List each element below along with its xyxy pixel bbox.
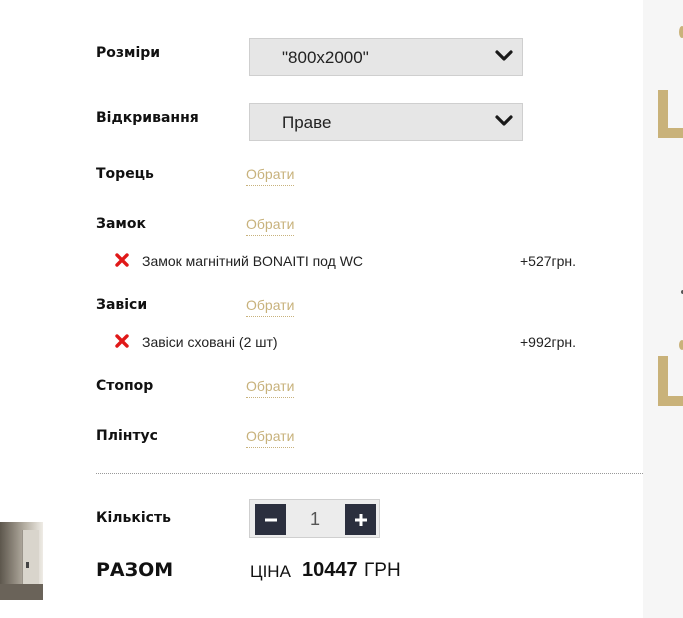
close-icon[interactable] <box>115 253 129 267</box>
quantity-input[interactable] <box>290 504 340 535</box>
opening-label: Відкривання <box>96 110 199 126</box>
floor-image <box>0 584 43 600</box>
minus-icon <box>264 518 277 521</box>
quantity-label: Кількість <box>96 510 171 526</box>
decrease-button[interactable] <box>255 504 286 535</box>
opening-select[interactable]: Праве <box>249 103 523 141</box>
chevron-down-icon <box>495 115 513 126</box>
price-label: ЦІНА <box>250 562 291 581</box>
hinges-item-name: Завіси сховані (2 шт) <box>142 334 278 350</box>
stopper-label: Стопор <box>96 378 154 394</box>
edge-label: Торець <box>96 166 154 182</box>
size-label: Розміри <box>96 45 161 61</box>
lock-item-price: +527грн. <box>520 253 577 269</box>
price-currency: ГРН <box>364 560 401 581</box>
lock-item-name: Замок магнітний BONAITI под WC <box>142 253 364 269</box>
hinges-item-price: +992грн. <box>520 334 577 350</box>
decor-dot <box>679 340 683 350</box>
opening-select-value: Праве <box>282 113 332 132</box>
hinges-pick-link[interactable]: Обрати <box>246 297 295 317</box>
size-select[interactable]: "800x2000" <box>249 38 523 76</box>
lock-pick-link[interactable]: Обрати <box>246 216 295 236</box>
plinth-label: Плінтус <box>96 428 158 444</box>
plus-icon <box>354 513 367 526</box>
door-handle <box>26 562 29 568</box>
increase-button[interactable] <box>345 504 376 535</box>
lock-label: Замок <box>96 216 146 232</box>
price-value: 10447 <box>302 559 358 581</box>
hinges-label: Завіси <box>96 297 148 313</box>
close-icon[interactable] <box>115 334 129 348</box>
total-label: РАЗОМ <box>96 559 174 581</box>
right-side-panel <box>643 0 683 618</box>
section-divider <box>96 473 643 474</box>
chevron-down-icon <box>495 50 513 61</box>
plinth-pick-link[interactable]: Обрати <box>246 428 295 448</box>
product-thumbnail[interactable] <box>0 522 43 600</box>
decor-bracket <box>658 396 683 406</box>
decor-dot <box>679 26 683 38</box>
door-image <box>22 530 39 592</box>
decor-bracket <box>658 128 683 138</box>
size-select-value: "800x2000" <box>282 48 369 67</box>
edge-pick-link[interactable]: Обрати <box>246 166 295 186</box>
quantity-stepper <box>249 499 380 538</box>
stopper-pick-link[interactable]: Обрати <box>246 378 295 398</box>
